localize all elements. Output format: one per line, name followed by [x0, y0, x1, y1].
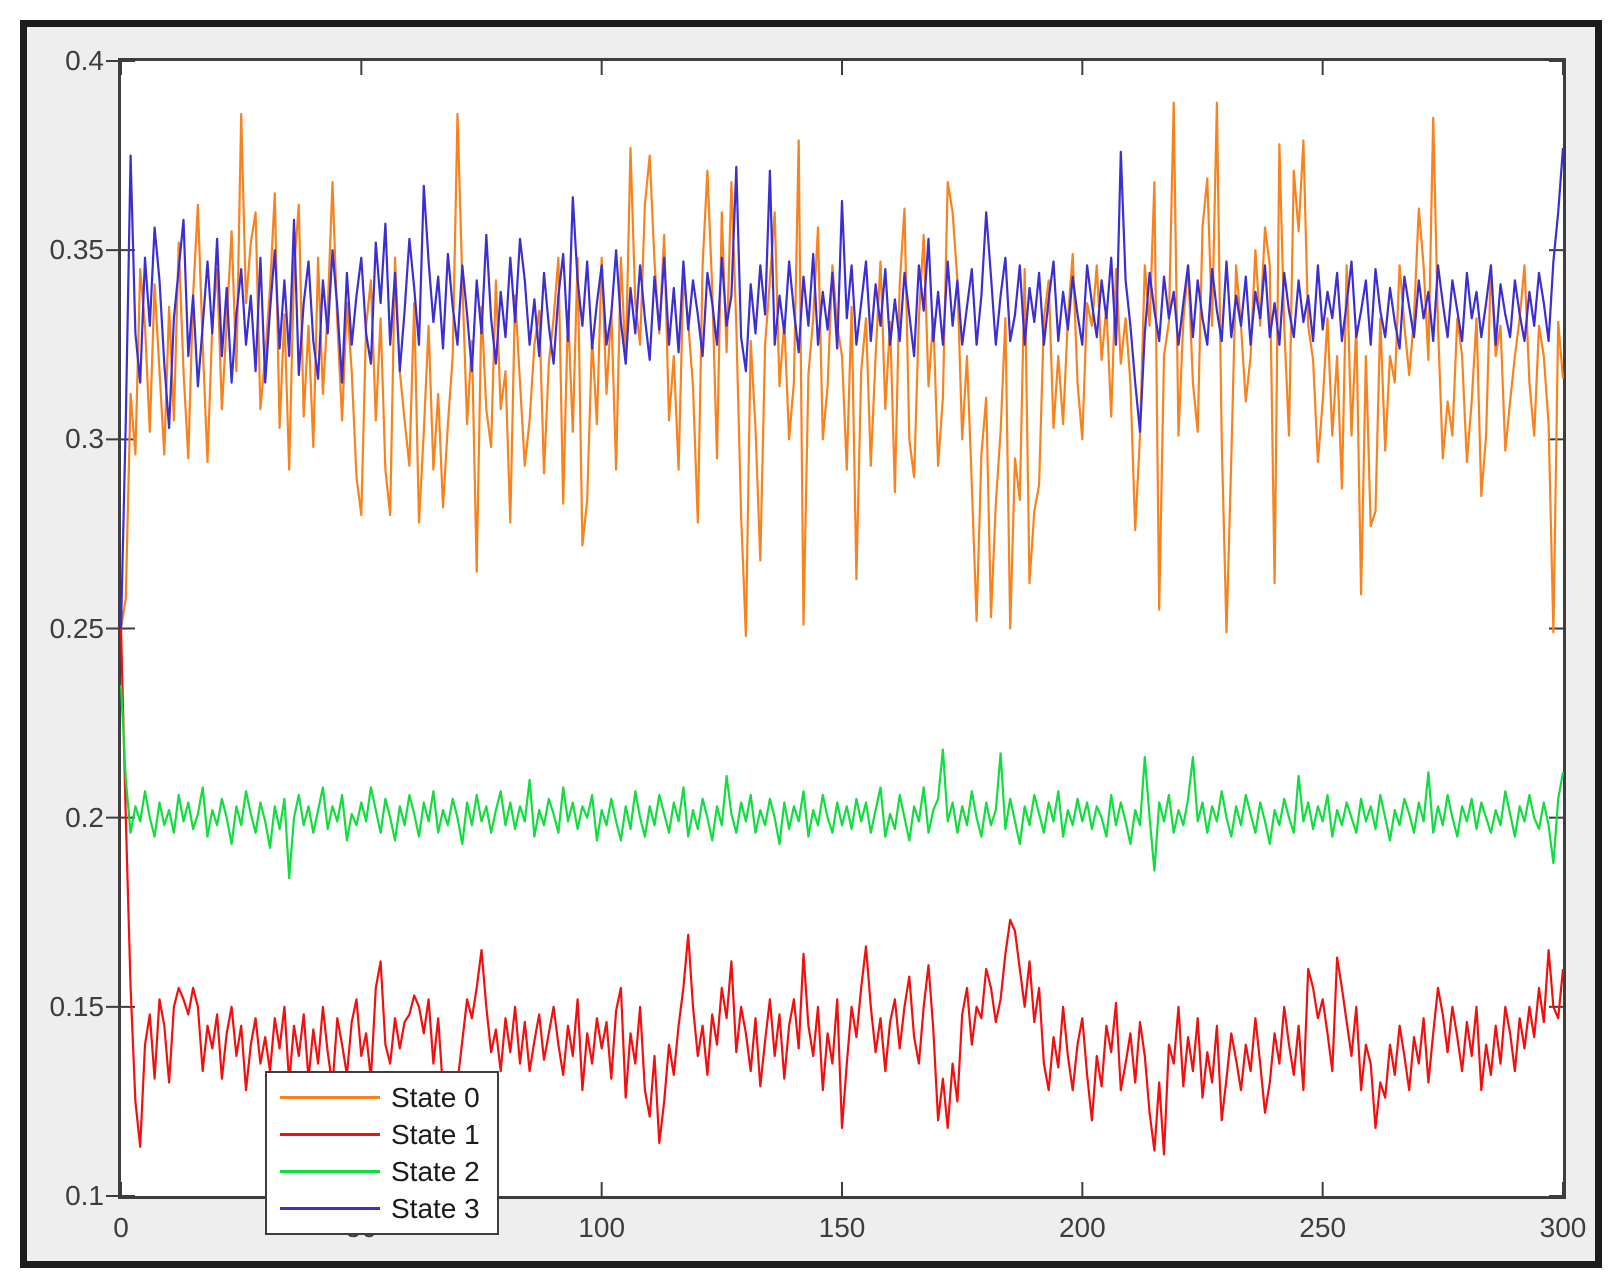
x-tick-label: 200: [1012, 1212, 1152, 1244]
chart-canvas: [121, 61, 1563, 1196]
legend-item: State 2: [267, 1156, 497, 1188]
legend: State 0 State 1 State 2 State 3: [265, 1071, 499, 1235]
y-tick-label: 0.2: [0, 802, 104, 834]
legend-line-state2: [280, 1170, 380, 1173]
series-line-state0: [121, 103, 1563, 637]
y-tick-label: 0.3: [0, 423, 104, 455]
legend-line-state0: [280, 1096, 380, 1099]
plot-area: State 0 State 1 State 2 State 3: [118, 58, 1566, 1199]
y-tick-label: 0.35: [0, 234, 104, 266]
legend-item: State 0: [267, 1082, 497, 1114]
x-tick-label: 300: [1493, 1212, 1622, 1244]
x-tick-label: 250: [1253, 1212, 1393, 1244]
x-tick-label: 0: [51, 1212, 191, 1244]
legend-line-state1: [280, 1133, 380, 1136]
x-tick-label: 100: [532, 1212, 672, 1244]
legend-item: State 3: [267, 1193, 497, 1225]
figure: State 0 State 1 State 2 State 3 0.1 0.15 0…: [0, 0, 1622, 1286]
legend-item-label: State 2: [391, 1156, 480, 1188]
y-tick-label: 0.1: [0, 1180, 104, 1212]
y-tick-label: 0.15: [0, 991, 104, 1023]
legend-item-label: State 0: [391, 1082, 480, 1114]
y-tick-label: 0.25: [0, 613, 104, 645]
y-tick-label: 0.4: [0, 45, 104, 77]
legend-item-label: State 1: [391, 1119, 480, 1151]
x-tick-label: 150: [772, 1212, 912, 1244]
legend-item: State 1: [267, 1119, 497, 1151]
legend-item-label: State 3: [391, 1193, 480, 1225]
series-line-state3: [121, 148, 1563, 629]
series-line-state2: [121, 685, 1563, 878]
legend-line-state3: [280, 1207, 380, 1210]
